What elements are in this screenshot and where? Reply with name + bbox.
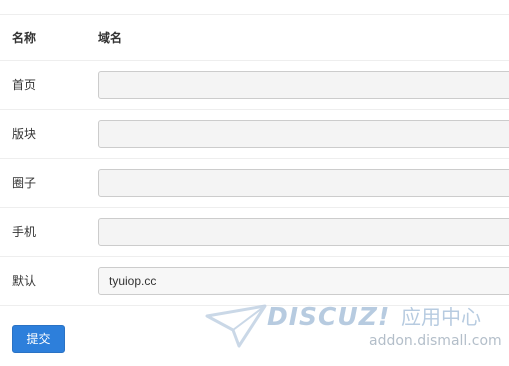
- table-row-mobile: 手机: [0, 208, 509, 257]
- domain-input-mobile[interactable]: [98, 218, 509, 246]
- table-row-forum: 版块: [0, 110, 509, 159]
- table-row-default: 默认: [0, 257, 509, 306]
- domain-input-default[interactable]: [98, 267, 509, 295]
- column-header-name: 名称: [12, 31, 37, 45]
- row-label-mobile: 手机: [12, 225, 37, 239]
- watermark: DISCUZ! 应用中心 addon.dismall.com: [205, 300, 505, 360]
- row-label-forum: 版块: [12, 127, 37, 141]
- table-row-home: 首页: [0, 61, 509, 110]
- domain-input-home[interactable]: [98, 71, 509, 99]
- watermark-brand-cn: 应用中心: [401, 305, 481, 329]
- domain-input-group[interactable]: [98, 169, 509, 197]
- row-label-group: 圈子: [12, 176, 37, 190]
- domain-settings-page: 名称 域名 首页 版块 圈子 手机 默认 提交 DISCUZ! 应用中心 add…: [0, 0, 509, 366]
- column-header-domain: 域名: [98, 31, 123, 45]
- table-row-group: 圈子: [0, 159, 509, 208]
- table-header: 名称 域名: [0, 15, 509, 61]
- discuz-arrow-logo-icon: [205, 304, 267, 348]
- submit-button[interactable]: 提交: [12, 325, 65, 353]
- watermark-url: addon.dismall.com: [369, 333, 502, 349]
- domain-input-forum[interactable]: [98, 120, 509, 148]
- watermark-brand: DISCUZ!: [267, 302, 391, 331]
- row-label-home: 首页: [12, 78, 37, 92]
- row-label-default: 默认: [12, 274, 37, 288]
